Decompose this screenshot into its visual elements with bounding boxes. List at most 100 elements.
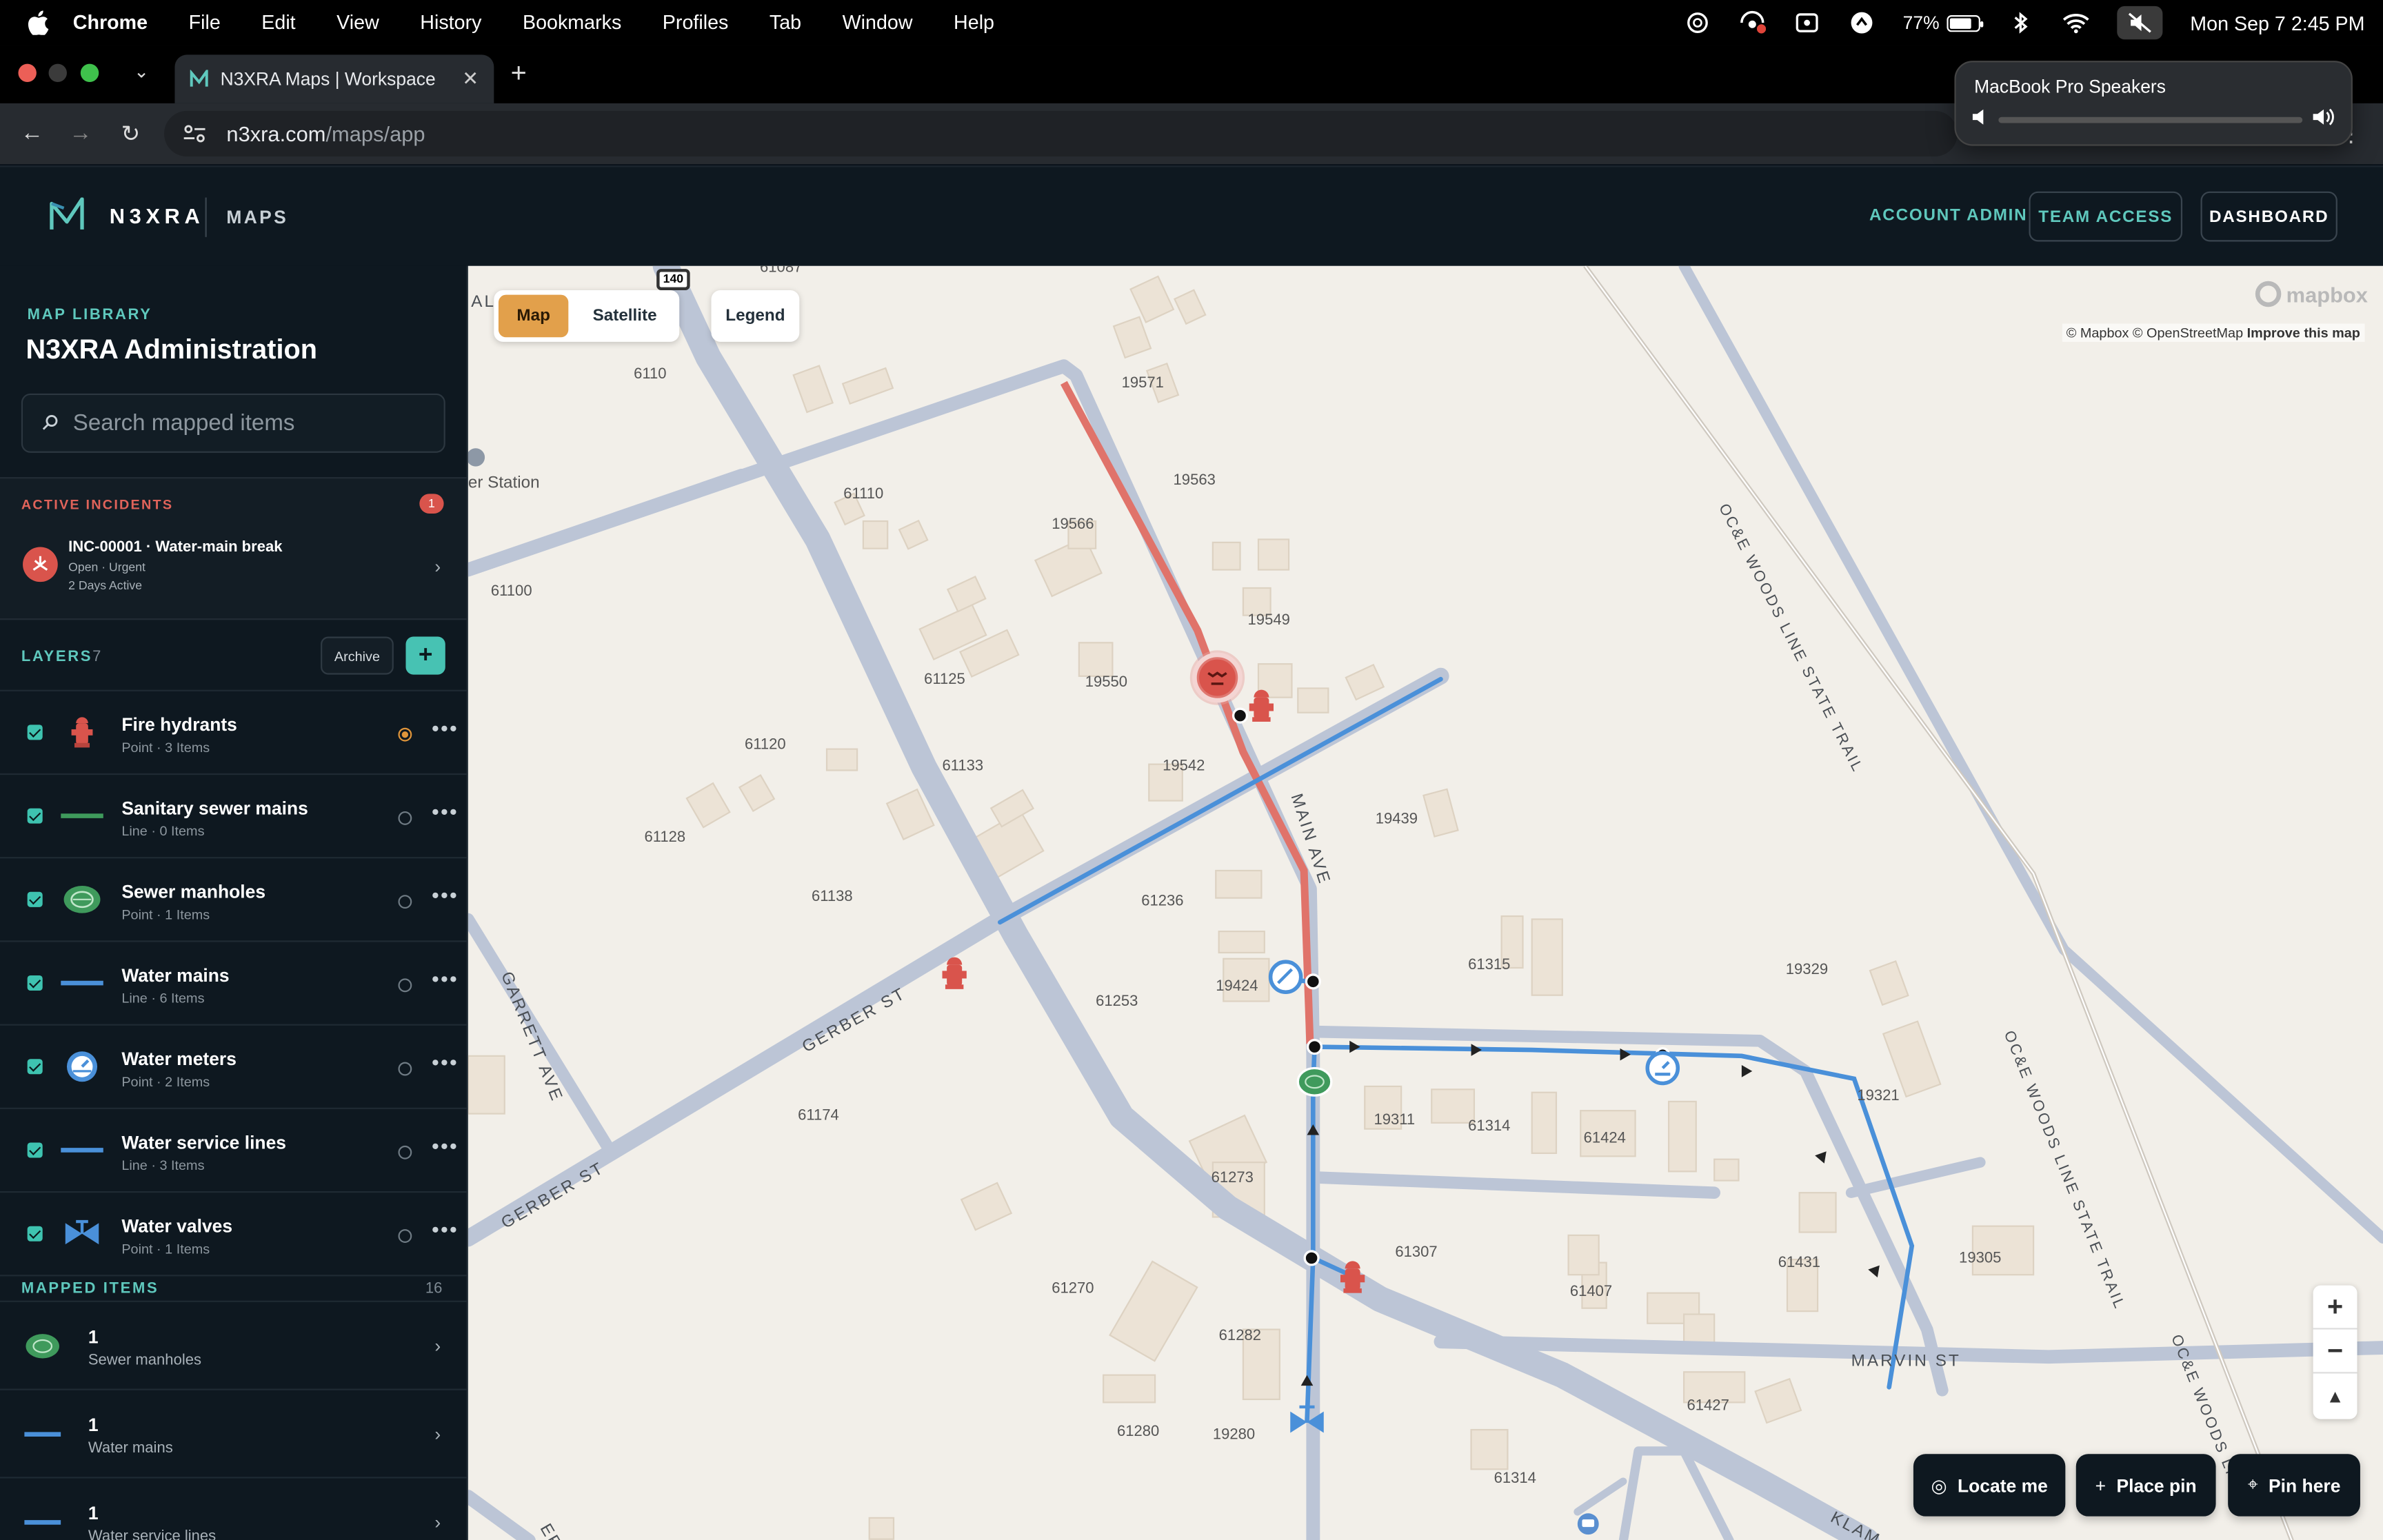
menu-app-name[interactable]: Chrome <box>73 0 148 45</box>
more-options-icon[interactable]: ••• <box>432 1050 459 1074</box>
muted-speaker-icon[interactable] <box>2117 6 2163 40</box>
menu-file[interactable]: File <box>189 0 221 45</box>
layer-row-sewer-manholes[interactable]: Sewer manholes Point · 1 Items ••• <box>0 857 467 940</box>
screenshot-icon[interactable] <box>1793 9 1821 37</box>
menu-window[interactable]: Window <box>843 0 913 45</box>
menu-edit[interactable]: Edit <box>261 0 295 45</box>
more-options-icon[interactable]: ••• <box>432 716 459 740</box>
blue-line-icon <box>24 1432 61 1437</box>
more-options-icon[interactable]: ••• <box>432 966 459 991</box>
layer-row-water-service-lines[interactable]: Water service lines Line · 3 Items ••• <box>0 1107 467 1191</box>
layer-row-water-mains[interactable]: Water mains Line · 6 Items ••• <box>0 940 467 1024</box>
site-settings-icon[interactable] <box>182 125 206 143</box>
layer-status-dot[interactable] <box>398 1062 412 1076</box>
layer-checkbox[interactable] <box>27 808 43 824</box>
manhole-icon <box>26 1334 59 1359</box>
mapped-item-row[interactable]: 1 Water service lines › <box>0 1477 467 1540</box>
bluetooth-icon[interactable] <box>2008 9 2035 37</box>
address-label: 19305 <box>1959 1250 2002 1268</box>
map-style-map-button[interactable]: Map <box>498 294 569 338</box>
pin-here-button[interactable]: ⌖ Pin here <box>2228 1454 2360 1517</box>
search-input[interactable] <box>72 395 438 452</box>
layer-status-dot[interactable] <box>398 1145 412 1159</box>
screen-record-icon[interactable] <box>1739 9 1767 37</box>
address-label: 61253 <box>1096 993 1138 1011</box>
layer-name: Water meters <box>121 1048 237 1070</box>
menubar-datetime[interactable]: Mon Sep 7 2:45 PM <box>2190 12 2364 34</box>
mapped-items-count: 16 <box>425 1281 443 1298</box>
mapbox-logo[interactable]: mapbox <box>2255 281 2368 307</box>
address-label: 61431 <box>1778 1255 1821 1272</box>
more-options-icon[interactable]: ••• <box>432 883 459 907</box>
battery-indicator[interactable]: 77% <box>1903 12 1984 33</box>
layer-row-water-meters[interactable]: Water meters Point · 2 Items ••• <box>0 1024 467 1108</box>
more-options-icon[interactable]: ••• <box>432 1133 459 1157</box>
map-style-satellite-button[interactable]: Satellite <box>574 295 675 338</box>
menu-history[interactable]: History <box>420 0 481 45</box>
address-bar[interactable]: n3xra.com/maps/app <box>164 110 1958 157</box>
archive-button[interactable]: Archive <box>321 636 394 675</box>
compass-reset-button[interactable]: ▲ <box>2313 1373 2357 1417</box>
more-options-icon[interactable]: ••• <box>432 799 459 823</box>
new-tab-button[interactable]: + <box>511 58 527 90</box>
dashboard-button[interactable]: DASHBOARD <box>2200 191 2337 242</box>
attribution-text[interactable]: © Mapbox © OpenStreetMap <box>2067 325 2243 341</box>
street-label-marvin-st: MARVIN ST <box>1851 1352 1961 1371</box>
zoom-out-button[interactable]: − <box>2313 1330 2357 1374</box>
valve-icon <box>65 1219 99 1245</box>
mapped-item-row[interactable]: 1 Sewer manholes › <box>0 1300 467 1389</box>
openai-icon[interactable] <box>1684 9 1711 37</box>
locate-me-button[interactable]: ◎ Locate me <box>1913 1454 2066 1517</box>
layer-checkbox[interactable] <box>27 725 43 740</box>
n3xra-logo-icon[interactable] <box>49 197 86 231</box>
layer-checkbox[interactable] <box>27 1142 43 1158</box>
layer-status-dot[interactable] <box>398 811 412 825</box>
window-minimize-button[interactable] <box>48 63 67 83</box>
layer-status-dot[interactable] <box>398 727 412 742</box>
address-label: 61133 <box>942 758 984 776</box>
layer-row-sanitary-sewer-mains[interactable]: Sanitary sewer mains Line · 0 Items ••• <box>0 773 467 857</box>
menu-bookmarks[interactable]: Bookmarks <box>523 0 621 45</box>
menu-tab[interactable]: Tab <box>770 0 801 45</box>
map-basemap[interactable] <box>467 265 2383 1540</box>
tab-search-chevron-icon[interactable]: ⌄ <box>134 61 149 82</box>
team-access-button[interactable]: TEAM ACCESS <box>2029 191 2183 242</box>
improve-map-link[interactable]: Improve this map <box>2247 325 2360 341</box>
layer-row-water-valves[interactable]: Water valves Point · 1 Items ••• <box>0 1191 467 1275</box>
wifi-icon[interactable] <box>2062 9 2090 37</box>
volume-slider[interactable] <box>1998 116 2303 123</box>
vpn-icon[interactable] <box>1848 9 1876 37</box>
zoom-in-button[interactable]: + <box>2313 1286 2357 1330</box>
place-pin-button[interactable]: + Place pin <box>2075 1454 2216 1517</box>
layer-status-dot[interactable] <box>398 895 412 909</box>
map-canvas[interactable]: 140 er Station MAIN AVE GERBER ST GERBER… <box>467 265 2383 1540</box>
menu-help[interactable]: Help <box>954 0 994 45</box>
mapped-item-row[interactable]: 1 Water mains › <box>0 1388 467 1477</box>
mapped-item-layer: Sewer manholes <box>88 1352 202 1369</box>
address-label: 19542 <box>1163 758 1205 776</box>
layer-checkbox[interactable] <box>27 1059 43 1075</box>
forward-icon[interactable]: → <box>67 120 94 148</box>
account-admin-link[interactable]: ACCOUNT ADMIN <box>1869 207 2027 225</box>
layer-checkbox[interactable] <box>27 1226 43 1242</box>
browser-tab-active[interactable]: N3XRA Maps | Workspace ✕ <box>174 54 494 103</box>
apple-icon[interactable] <box>28 10 49 35</box>
more-options-icon[interactable]: ••• <box>432 1217 459 1241</box>
layer-checkbox[interactable] <box>27 891 43 907</box>
window-close-button[interactable] <box>18 63 37 83</box>
layer-status-dot[interactable] <box>398 978 412 993</box>
address-label: 19329 <box>1785 962 1829 979</box>
legend-button[interactable]: Legend <box>711 290 800 342</box>
layer-checkbox[interactable] <box>27 975 43 991</box>
layer-row-fire-hydrants[interactable]: Fire hydrants Point · 3 Items ••• <box>0 689 467 773</box>
window-zoom-button[interactable] <box>80 63 99 83</box>
back-icon[interactable]: ← <box>18 120 46 148</box>
reload-icon[interactable]: ↻ <box>117 120 145 147</box>
menu-view[interactable]: View <box>336 0 379 45</box>
menu-profiles[interactable]: Profiles <box>663 0 729 45</box>
add-layer-button[interactable]: + <box>405 636 445 675</box>
layer-status-dot[interactable] <box>398 1229 412 1243</box>
address-label: 61273 <box>1211 1170 1254 1187</box>
tab-close-icon[interactable]: ✕ <box>462 67 479 91</box>
brand-name[interactable]: N3XRA <box>110 203 205 227</box>
